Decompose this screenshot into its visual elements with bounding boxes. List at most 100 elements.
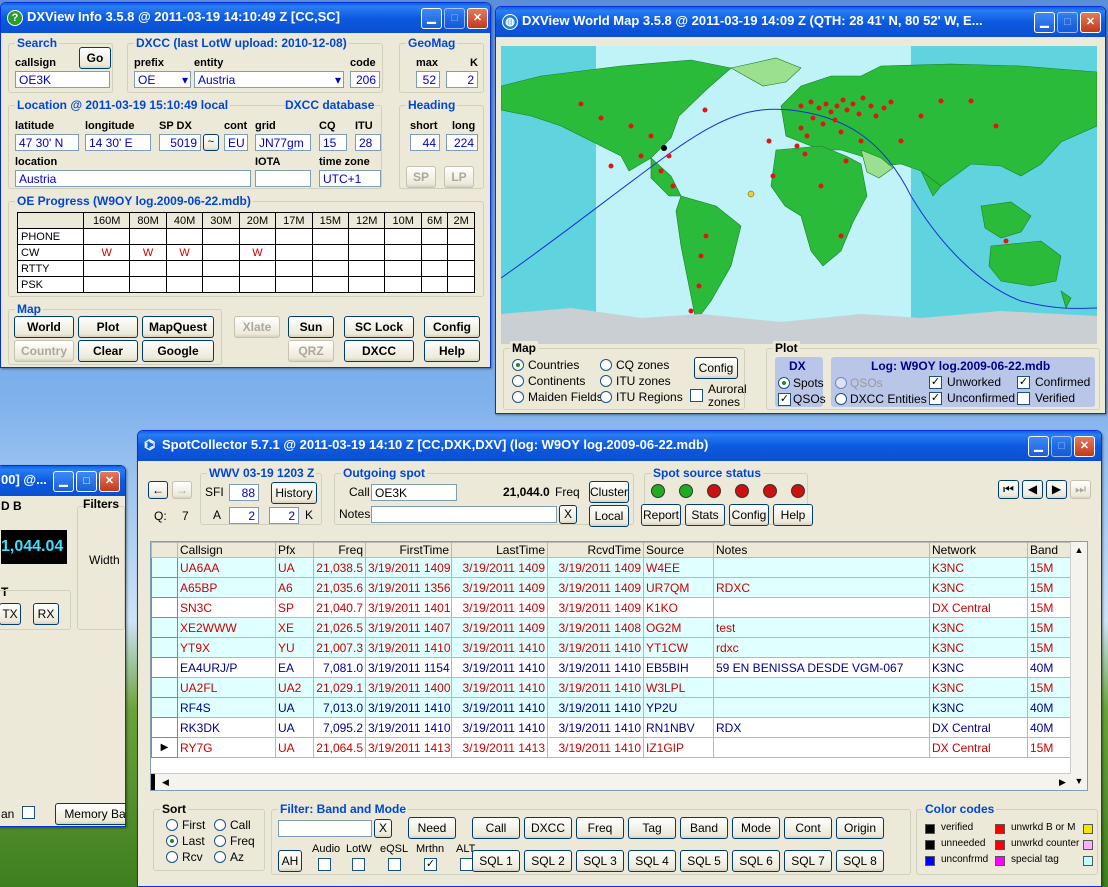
longitude-field[interactable]: 14 30' E	[85, 134, 151, 151]
row-selector[interactable]	[151, 677, 178, 698]
table-row[interactable]: RK3DK UA 7,095.2 3/19/2011 1410 3/19/2011 14…	[151, 717, 1072, 738]
filter-input[interactable]	[278, 820, 372, 837]
maximize-icon[interactable]: □	[1051, 436, 1072, 457]
forward-arrow-icon[interactable]: →	[172, 481, 192, 499]
column-header[interactable]: Network	[929, 542, 1028, 558]
sort-freq-radio[interactable]	[214, 835, 226, 847]
world-map[interactable]	[501, 46, 1097, 344]
continents-radio[interactable]	[512, 375, 524, 387]
filter-cont-button[interactable]: Cont	[784, 817, 832, 839]
scroll-up-icon[interactable]: ▲	[1071, 542, 1087, 559]
cluster-button[interactable]: Cluster	[589, 481, 629, 503]
mapquest-button[interactable]: MapQuest	[142, 316, 214, 338]
code-field[interactable]: 206	[350, 71, 380, 88]
an-checkbox[interactable]	[22, 806, 35, 819]
long-heading-field[interactable]: 224	[446, 134, 478, 151]
horizontal-scrollbar[interactable]: ◀ ▶	[151, 773, 1071, 790]
minimize-icon[interactable]: ▁	[53, 471, 74, 492]
title-bar[interactable]: 00] @... ▁ □ ✕	[0, 466, 125, 496]
world-button[interactable]: World	[14, 316, 74, 338]
scroll-down-icon[interactable]: ▼	[1071, 773, 1087, 790]
title-bar[interactable]: ⌬ SpotCollector 5.7.1 @ 2011-03-19 14:10 …	[138, 431, 1101, 461]
entity-select[interactable]: Austria ▾	[194, 71, 344, 88]
time-zone-field[interactable]: UTC+1	[319, 170, 381, 187]
sort-az-radio[interactable]	[214, 851, 226, 863]
grid-field[interactable]: JN77gm	[255, 134, 311, 151]
sql-3-button[interactable]: SQL 3	[576, 850, 624, 872]
maximize-icon[interactable]: □	[444, 8, 465, 29]
cq-field[interactable]: 15	[319, 134, 347, 151]
filter-dxcc-button[interactable]: DXCC	[524, 817, 572, 839]
qrz-button[interactable]: QRZ	[288, 340, 334, 362]
row-selector[interactable]	[151, 617, 178, 638]
local-button[interactable]: Local	[589, 505, 629, 527]
location-field[interactable]: Austria	[15, 170, 251, 187]
dxcc-button[interactable]: DXCC	[344, 340, 414, 362]
sort-last-radio[interactable]	[166, 835, 178, 847]
sql-5-button[interactable]: SQL 5	[680, 850, 728, 872]
maximize-icon[interactable]: □	[1057, 12, 1078, 33]
sql-1-button[interactable]: SQL 1	[472, 850, 520, 872]
short-heading-field[interactable]: 44	[410, 134, 440, 151]
source-config-button[interactable]: Config	[729, 504, 769, 526]
google-button[interactable]: Google	[142, 340, 214, 362]
column-header[interactable]: LastTime	[451, 542, 548, 558]
previous-record-icon[interactable]: ◀	[1022, 480, 1043, 499]
back-arrow-icon[interactable]: ←	[148, 481, 168, 499]
need-button[interactable]: Need	[408, 817, 456, 839]
minimize-icon[interactable]: ▁	[1028, 436, 1049, 457]
sfi-field[interactable]: 88	[229, 484, 259, 501]
close-icon[interactable]: ✕	[467, 8, 488, 29]
table-row[interactable]: YT9X YU 21,007.3 3/19/2011 1410 3/19/2011 14…	[151, 637, 1072, 658]
vertical-scrollbar[interactable]: ▲ ▼	[1070, 542, 1087, 790]
filter-freq-button[interactable]: Freq	[576, 817, 624, 839]
sort-first-radio[interactable]	[166, 819, 178, 831]
dxcc-entities-radio[interactable]	[835, 393, 847, 405]
lotw-checkbox[interactable]	[352, 858, 365, 871]
countries-radio[interactable]	[512, 359, 524, 371]
table-row[interactable]: RF4S UA 7,013.0 3/19/2011 1410 3/19/2011 141…	[151, 697, 1072, 718]
help-button[interactable]: Help	[424, 340, 480, 362]
sort-rcv-radio[interactable]	[166, 851, 178, 863]
clear-button[interactable]: Clear	[78, 340, 138, 362]
clear-filter-button[interactable]: X	[374, 819, 392, 838]
sql-6-button[interactable]: SQL 6	[732, 850, 780, 872]
spots-radio[interactable]	[778, 377, 790, 389]
clear-notes-button[interactable]: X	[559, 505, 577, 524]
row-selector[interactable]	[151, 577, 178, 598]
go-button[interactable]: Go	[79, 47, 111, 69]
title-bar[interactable]: ? DXView Info 3.5.8 @ 2011-03-19 14:10:49…	[1, 3, 490, 33]
column-header[interactable]: Source	[643, 542, 714, 558]
column-header[interactable]: Band	[1027, 542, 1072, 558]
row-selector[interactable]	[151, 637, 178, 658]
close-icon[interactable]: ✕	[99, 471, 120, 492]
last-record-icon[interactable]: ⏭	[1070, 480, 1091, 499]
history-button[interactable]: History	[271, 482, 317, 504]
latitude-field[interactable]: 47 30' N	[15, 134, 79, 151]
row-selector[interactable]	[151, 597, 178, 618]
column-header[interactable]: Pfx	[275, 542, 314, 558]
row-selector[interactable]	[151, 657, 178, 678]
sql-4-button[interactable]: SQL 4	[628, 850, 676, 872]
table-row[interactable]: SN3C SP 21,040.7 3/19/2011 1401 3/19/2011 14…	[151, 597, 1072, 618]
sun-button[interactable]: Sun	[288, 316, 334, 338]
filter-tag-button[interactable]: Tag	[628, 817, 676, 839]
maiden-fields-radio[interactable]	[512, 391, 524, 403]
close-icon[interactable]: ✕	[1080, 12, 1101, 33]
itu-zones-radio[interactable]	[600, 375, 612, 387]
sp-dx-field[interactable]: 5019	[159, 134, 201, 151]
k-field[interactable]: 2	[446, 71, 478, 88]
plot-button[interactable]: Plot	[78, 316, 138, 338]
row-selector[interactable]	[151, 717, 178, 738]
scroll-right-icon[interactable]: ▶	[1054, 774, 1071, 790]
notes-input[interactable]	[371, 506, 557, 523]
source-help-button[interactable]: Help	[773, 504, 813, 526]
spot-grid[interactable]: Callsign Pfx Freq FirstTime LastTime RcvdTime…	[150, 541, 1088, 791]
minimize-icon[interactable]: ▁	[421, 8, 442, 29]
k-index-field[interactable]: 2	[269, 507, 299, 524]
verified-checkbox[interactable]	[1017, 392, 1030, 405]
filter-band-button[interactable]: Band	[680, 817, 728, 839]
cq-zones-radio[interactable]	[600, 359, 612, 371]
audio-checkbox[interactable]	[318, 858, 331, 871]
callsign-input[interactable]: OE3K	[15, 71, 110, 88]
